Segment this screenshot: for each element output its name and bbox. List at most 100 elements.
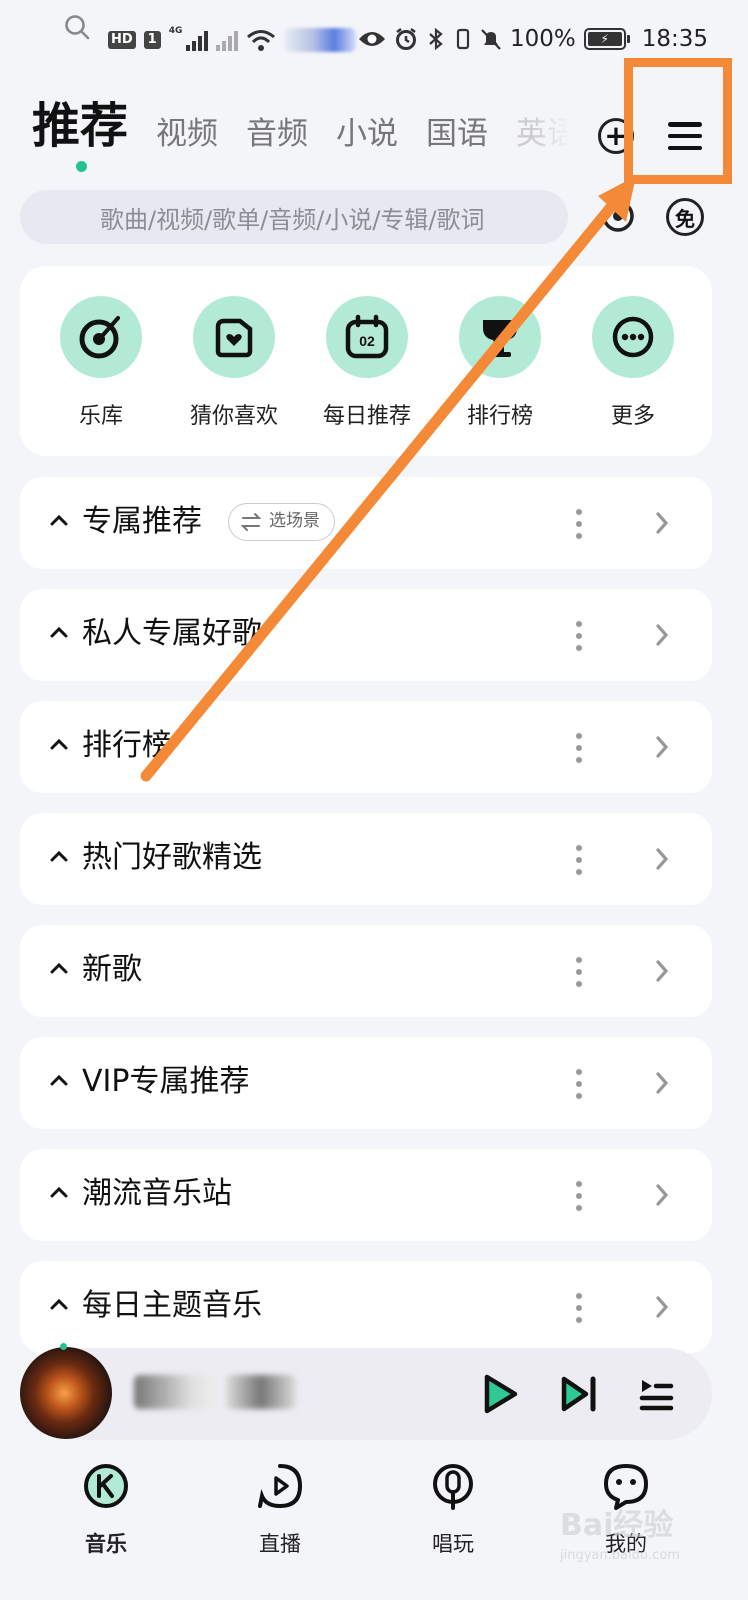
shortcut-charts[interactable]: 排行榜 xyxy=(445,296,555,430)
chevron-up-icon[interactable] xyxy=(50,1295,68,1313)
tab-mandarin[interactable]: 国语 xyxy=(426,112,488,156)
section-charts[interactable]: 排行榜 xyxy=(20,701,712,793)
search-placeholder: 歌曲/视频/歌单/音频/小说/专辑/歌词 xyxy=(100,205,485,234)
section-private-songs[interactable]: 私人专属好歌 xyxy=(20,589,712,681)
chevron-right-icon[interactable] xyxy=(654,1071,670,1095)
microphone-icon xyxy=(433,1464,473,1510)
section-title: 每日主题音乐 xyxy=(82,1288,262,1323)
section-daily-theme[interactable]: 每日主题音乐 xyxy=(20,1261,712,1353)
section-new-songs[interactable]: 新歌 xyxy=(20,925,712,1017)
section-title: VIP专属推荐 xyxy=(82,1064,250,1099)
blurred-song-title xyxy=(134,1375,214,1409)
signal-icon xyxy=(186,29,209,51)
chevron-up-icon[interactable] xyxy=(50,623,68,641)
chevron-up-icon[interactable] xyxy=(50,511,68,529)
live-icon xyxy=(258,1464,303,1509)
battery-icon: ⚡ xyxy=(583,28,630,50)
alarm-icon xyxy=(395,28,416,50)
section-title: 潮流音乐站 xyxy=(82,1176,232,1211)
select-scene-chip[interactable]: 选场景 xyxy=(228,503,335,541)
mute-bell-icon xyxy=(481,29,501,50)
shortcuts-card: 乐库 猜你喜欢 02 每日推荐 排行榜 更多 xyxy=(20,266,712,456)
song-recognition-icon[interactable] xyxy=(600,198,636,234)
more-vertical-icon[interactable] xyxy=(576,1181,582,1211)
next-track-icon[interactable] xyxy=(560,1374,598,1414)
chevron-right-icon[interactable] xyxy=(654,847,670,871)
shortcut-daily[interactable]: 02 每日推荐 xyxy=(312,296,422,430)
section-title: 热门好歌精选 xyxy=(82,840,262,875)
search-icon xyxy=(65,15,90,40)
section-exclusive-recommend[interactable]: 专属推荐 选场景 xyxy=(20,477,712,569)
play-icon[interactable] xyxy=(480,1372,520,1416)
heart-radio-icon xyxy=(215,318,253,358)
shortcut-label: 排行榜 xyxy=(466,404,533,429)
section-title: 私人专属好歌 xyxy=(82,616,262,651)
watermark-url: jingyan.baidu.com xyxy=(560,1548,680,1563)
signal-2-icon xyxy=(216,29,239,51)
more-vertical-icon[interactable] xyxy=(576,845,582,875)
search-input[interactable]: 歌曲/视频/歌单/音频/小说/专辑/歌词 xyxy=(20,190,568,244)
section-title: 排行榜 xyxy=(82,728,172,763)
shortcut-guess-you-like[interactable]: 猜你喜欢 xyxy=(179,296,289,430)
section-trend-station[interactable]: 潮流音乐站 xyxy=(20,1149,712,1241)
chevron-up-icon[interactable] xyxy=(50,847,68,865)
more-vertical-icon[interactable] xyxy=(576,1069,582,1099)
tab-english[interactable]: 英语 xyxy=(516,112,572,156)
vibrate-icon xyxy=(456,28,470,50)
calendar-day: 02 xyxy=(359,333,375,349)
shortcut-library[interactable]: 乐库 xyxy=(46,296,156,430)
section-vip-recommend[interactable]: VIP专属推荐 xyxy=(20,1037,712,1129)
tab-video[interactable]: 视频 xyxy=(156,112,218,156)
tab-recommend[interactable]: 推荐 xyxy=(32,96,128,172)
album-cover[interactable] xyxy=(20,1343,112,1439)
shortcut-label: 猜你喜欢 xyxy=(189,404,278,429)
blurred-status-item xyxy=(284,28,357,52)
nav-sing[interactable]: 唱玩 xyxy=(393,1462,513,1558)
nav-label: 音乐 xyxy=(85,1532,127,1556)
shortcut-label: 每日推荐 xyxy=(322,404,411,429)
calendar-icon: 02 xyxy=(345,314,389,359)
k-music-icon xyxy=(84,1464,128,1508)
wifi-icon xyxy=(247,30,276,51)
more-vertical-icon[interactable] xyxy=(576,1293,582,1323)
blurred-artist xyxy=(226,1375,296,1409)
chevron-right-icon[interactable] xyxy=(654,735,670,759)
trophy-icon xyxy=(483,320,517,357)
music-disc-icon xyxy=(79,316,120,359)
sim-badge: 1 xyxy=(143,31,161,49)
network-label: 4G xyxy=(168,26,183,36)
playlist-icon[interactable] xyxy=(638,1374,674,1414)
clock: 18:35 xyxy=(641,26,708,52)
chevron-up-icon[interactable] xyxy=(50,1071,68,1089)
chevron-right-icon[interactable] xyxy=(654,1183,670,1207)
top-tabs: 推荐 视频 音频 小说 国语 英语 xyxy=(32,96,572,172)
eye-icon xyxy=(358,32,385,46)
chevron-up-icon[interactable] xyxy=(50,735,68,753)
chevron-right-icon[interactable] xyxy=(654,959,670,983)
more-vertical-icon[interactable] xyxy=(576,733,582,763)
nav-music[interactable]: 音乐 xyxy=(46,1462,166,1558)
nav-label: 直播 xyxy=(259,1532,301,1556)
free-mode-icon[interactable]: 免 xyxy=(666,198,704,236)
chevron-right-icon[interactable] xyxy=(654,511,670,535)
battery-percent: 100% xyxy=(509,26,576,52)
section-hot-songs[interactable]: 热门好歌精选 xyxy=(20,813,712,905)
shortcut-label: 更多 xyxy=(610,404,655,429)
nav-label: 唱玩 xyxy=(432,1532,474,1556)
more-vertical-icon[interactable] xyxy=(576,957,582,987)
hd-badge: HD xyxy=(108,31,136,49)
chevron-up-icon[interactable] xyxy=(50,959,68,977)
swap-icon xyxy=(241,513,261,531)
section-title: 新歌 xyxy=(82,952,142,987)
nav-live[interactable]: 直播 xyxy=(220,1462,340,1558)
annotation-highlight-box xyxy=(624,58,732,184)
chevron-right-icon[interactable] xyxy=(654,623,670,647)
chevron-right-icon[interactable] xyxy=(654,1295,670,1319)
more-vertical-icon[interactable] xyxy=(576,621,582,651)
more-icon xyxy=(612,316,654,358)
shortcut-more[interactable]: 更多 xyxy=(578,296,688,430)
more-vertical-icon[interactable] xyxy=(576,509,582,539)
chevron-up-icon[interactable] xyxy=(50,1183,68,1201)
tab-audio[interactable]: 音频 xyxy=(246,112,308,156)
tab-novel[interactable]: 小说 xyxy=(336,112,398,156)
